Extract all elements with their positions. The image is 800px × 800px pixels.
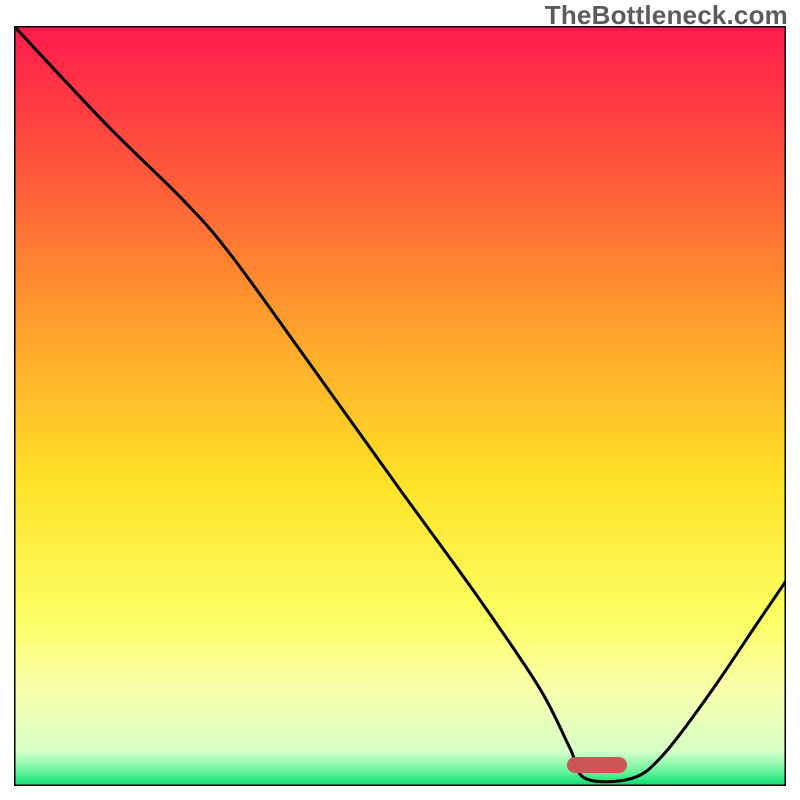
chart-frame: TheBottleneck.com [0, 0, 800, 800]
gradient-background [14, 26, 786, 786]
plot-svg [14, 26, 786, 786]
optimal-marker [567, 757, 627, 773]
plot-area [14, 26, 786, 786]
